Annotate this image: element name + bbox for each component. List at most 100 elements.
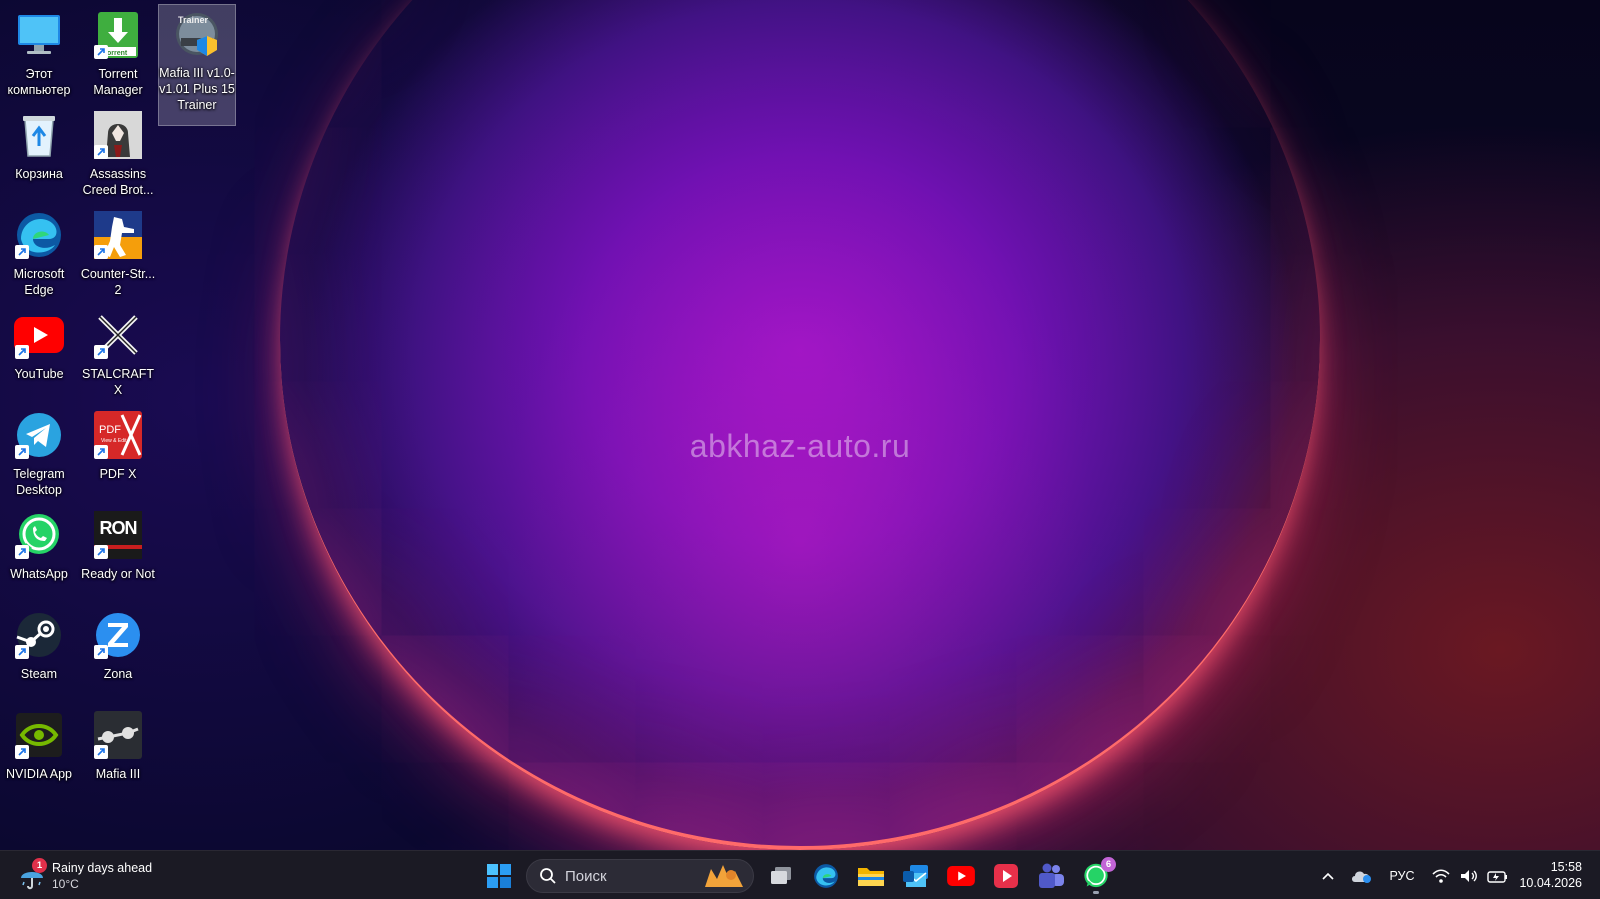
desktop-icon-ready-or-not[interactable]: RON Ready or Not [79,506,157,602]
torrent-icon: orrent [93,10,143,60]
trainer-text: Trainer [178,15,209,25]
cloud-icon [1352,871,1371,883]
taskbar-teams[interactable] [1031,856,1071,896]
recycle-bin-icon [14,110,64,160]
desktop-icon-label: Assassins Creed Brot... [82,167,154,197]
weather-title: Rainy days ahead [52,861,153,875]
shortcut-arrow-icon [15,545,29,559]
desktop-icon-label: STALCRAFT X [82,367,154,397]
counter-strike-icon [93,210,143,260]
desktop-icon-label: Ready or Not [81,567,155,581]
taskbar-outlook[interactable] [896,856,936,896]
watermark: abkhaz-auto.ru [689,428,911,464]
search-highlight-icon [705,865,743,887]
pdf-text: PDF [99,424,121,436]
desktop-icon-label: PDF X [99,467,137,481]
clock[interactable]: 15:58 10.04.2026 [1519,859,1582,891]
ready-or-not-text: RON [99,518,138,538]
desktop-icon-youtube[interactable]: YouTube [0,306,78,402]
desktop-icon-this-pc[interactable]: Этот компьютер [0,6,78,102]
desktop-icon-label: Torrent Manager [93,67,143,97]
desktop-icon-recycle-bin[interactable]: Корзина [0,106,78,202]
desktop-icon-mafia-trainer[interactable]: Trainer Mafia III v1.0-v1.01 Plus 15 Tra… [158,4,236,126]
edge-icon [14,210,64,260]
assassins-creed-icon [93,110,143,160]
taskbar-whatsapp[interactable]: 6 [1076,856,1116,896]
shortcut-arrow-icon [15,245,29,259]
desktop-icon-label: Mafia III [95,767,141,781]
ready-or-not-icon: RON [93,510,143,560]
tray-quick-settings[interactable] [1430,859,1510,893]
clock-date: 10.04.2026 [1519,876,1582,890]
task-view-button[interactable] [761,856,801,896]
shortcut-arrow-icon [15,645,29,659]
desktop-icon-label: Counter-Str... 2 [80,267,156,297]
desktop-icon-steam[interactable]: Steam [0,606,78,702]
desktop-icon-label: Mafia III v1.0-v1.01 Plus 15 Trainer [159,66,235,112]
shortcut-arrow-icon [94,345,108,359]
taskbar-youtube[interactable] [941,856,981,896]
folder-icon [858,868,884,886]
telegram-icon [14,410,64,460]
search-input[interactable] [565,867,695,885]
taskbar-video-player[interactable] [986,856,1026,896]
shortcut-arrow-icon [15,445,29,459]
trainer-icon: Trainer [172,9,222,59]
weather-temp: 10°C [52,877,79,891]
running-indicator [1093,891,1099,894]
play-icon [994,864,1018,888]
pdf-subtext: View & Edit [101,438,127,444]
taskbar-edge[interactable] [806,856,846,896]
desktop-icon-whatsapp[interactable]: WhatsApp [0,506,78,602]
tray-overflow-button[interactable] [1318,859,1338,893]
shortcut-arrow-icon [94,745,108,759]
shortcut-arrow-icon [94,645,108,659]
desktop-icon-label: NVIDIA App [5,767,72,781]
windows-logo-icon [487,864,511,888]
youtube-icon [14,310,64,360]
desktop-icon-microsoft-edge[interactable]: Microsoft Edge [0,206,78,302]
weather-badge: 1 [32,858,47,873]
shortcut-arrow-icon [94,545,108,559]
battery-charging-icon [1487,871,1507,883]
task-view-icon [771,867,791,884]
youtube-icon [947,866,975,886]
wifi-icon [1432,869,1450,883]
start-button[interactable] [479,856,519,896]
desktop-icon-label: Этот компьютер [7,67,71,97]
zona-icon [93,610,143,660]
chevron-up-icon [1322,872,1334,880]
shortcut-arrow-icon [94,445,108,459]
weather-widget[interactable]: 1 Rainy days ahead 10°C [18,857,152,895]
desktop-icon-nvidia-app[interactable]: NVIDIA App [0,706,78,802]
edge-icon [814,864,838,888]
shortcut-arrow-icon [94,245,108,259]
shortcut-arrow-icon [94,45,108,59]
desktop-icon-counter-strike[interactable]: Counter-Str... 2 [79,206,157,302]
desktop-icon-telegram[interactable]: Telegram Desktop [0,406,78,502]
desktop-icon-mafia-iii[interactable]: Mafia III [79,706,157,802]
whatsapp-icon [14,510,64,560]
desktop-icon-assassins-creed[interactable]: Assassins Creed Brot... [79,106,157,202]
desktop-icon-label: Корзина [15,167,63,181]
umbrella-rain-icon: 1 [18,858,47,890]
desktop-icon-label: Telegram Desktop [13,467,65,497]
desktop-icon-label: Steam [20,667,58,681]
desktop-icon-pdf-x[interactable]: PDF View & Edit PDF X [79,406,157,502]
torrent-badge-text: orrent [107,50,128,57]
tray-onedrive[interactable] [1348,859,1374,893]
taskbar-file-explorer[interactable] [851,856,891,896]
volume-icon [1461,870,1477,882]
desktop: abkhaz-auto.ru Этот компьютер Корзина Mi… [0,0,1600,850]
search-box[interactable] [526,859,754,893]
desktop-icon-label: Zona [103,667,133,681]
desktop-icon-stalcraft[interactable]: STALCRAFT X [79,306,157,402]
desktop-icon-label: WhatsApp [10,567,68,581]
shortcut-arrow-icon [15,745,29,759]
desktop-icon-torrent-manager[interactable]: orrent Torrent Manager [79,6,157,102]
desktop-icon-zona[interactable]: Zona [79,606,157,702]
pdf-icon: PDF View & Edit [93,410,143,460]
whatsapp-badge: 6 [1101,857,1116,872]
tray-language[interactable]: РУС [1386,859,1418,893]
mafia-icon [93,710,143,760]
